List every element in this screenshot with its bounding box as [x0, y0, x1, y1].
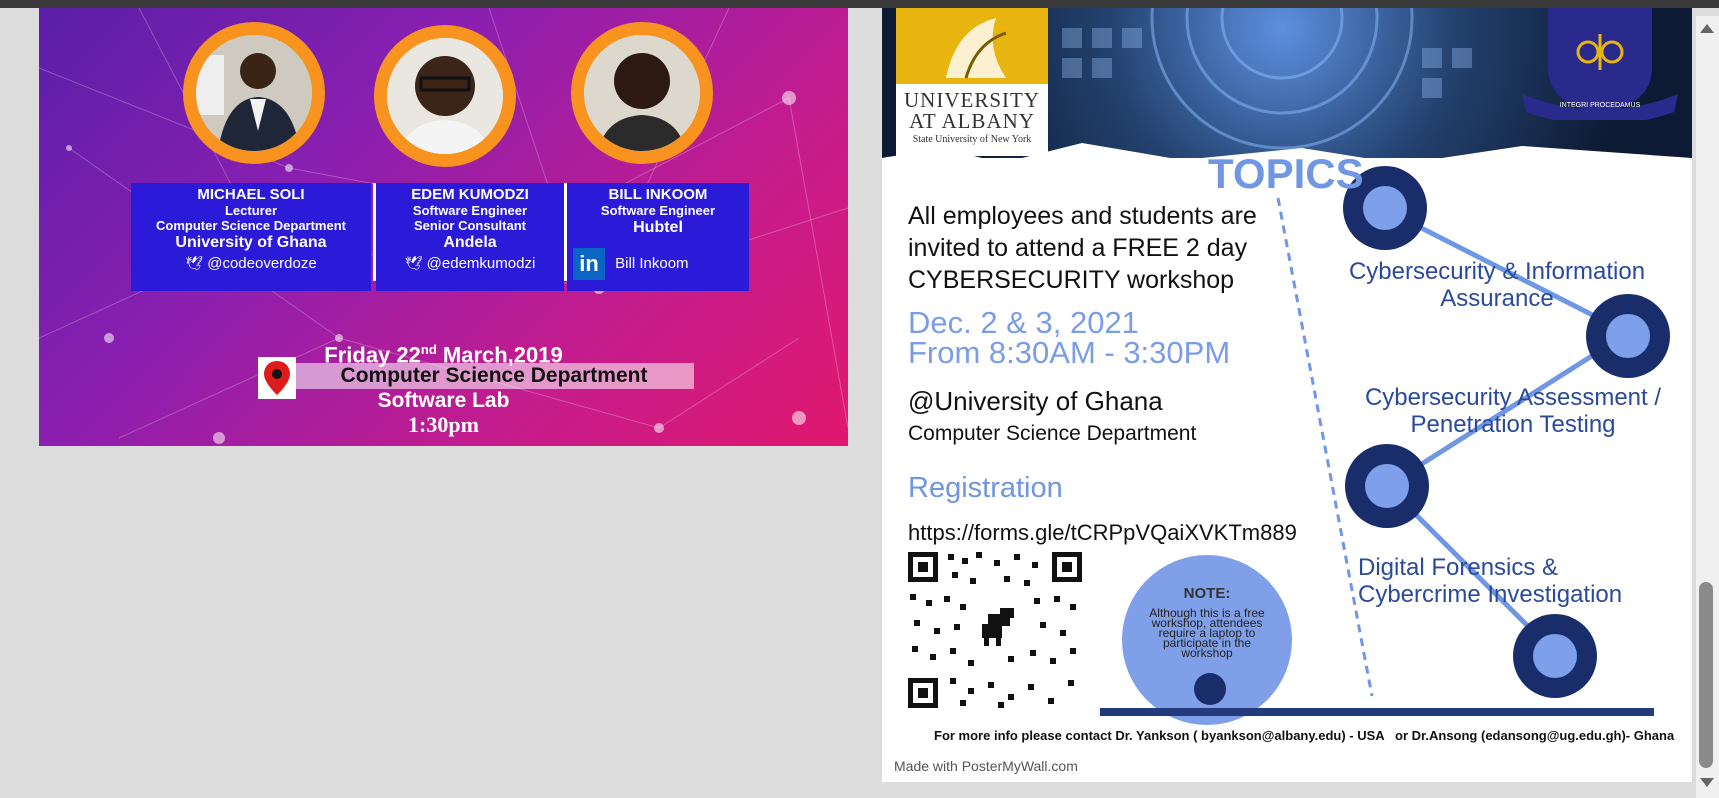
dinosaur-icon: [982, 608, 1014, 646]
registration-heading: Registration: [908, 472, 1063, 504]
contact-info: For more info please contact Dr. Yankson…: [934, 728, 1675, 743]
event-poster-left: MICHAEL SOLI Lecturer Computer Science D…: [39, 8, 848, 446]
registration-link[interactable]: https://forms.gle/tCRPpVQaiXVKTm889: [908, 520, 1297, 546]
qr-code[interactable]: [904, 548, 1086, 712]
topic-item-3: Digital Forensics & Cybercrime Investiga…: [1358, 554, 1623, 608]
venue-department: Computer Science Department: [908, 422, 1197, 445]
footer-bar: [1100, 708, 1654, 716]
speaker-title: Software Engineer: [412, 203, 528, 218]
event-department: Computer Science Department: [294, 363, 694, 389]
scrollbar-thumb[interactable]: [1699, 582, 1713, 768]
person-avatar-icon: [196, 35, 312, 151]
note-body: Although this is a free workshop, attend…: [1149, 606, 1265, 660]
workshop-dates: Dec. 2 & 3, 2021 From 8:30AM - 3:30PM: [908, 305, 1231, 370]
speaker-info-michael: MICHAEL SOLI Lecturer Computer Science D…: [131, 183, 371, 291]
speaker-photo-bill: [571, 22, 713, 164]
person-avatar-icon: [387, 38, 503, 154]
speaker-handle: 🕊 @codeoverdoze: [185, 255, 317, 272]
speaker-name: MICHAEL SOLI: [197, 186, 305, 203]
speaker-info-edem: EDEM KUMODZI Software Engineer Senior Co…: [376, 183, 564, 291]
workshop-poster-right: UNIVERSITY AT ALBANY State University of…: [882, 8, 1692, 782]
speaker-name: BILL INKOOM: [608, 186, 708, 203]
scroll-up-arrow-icon[interactable]: [1700, 24, 1714, 33]
speaker-handle: in Bill Inkoom: [567, 248, 749, 280]
speaker-org: Andela: [443, 234, 497, 251]
speaker-name: EDEM KUMODZI: [411, 186, 529, 203]
page-content: MICHAEL SOLI Lecturer Computer Science D…: [0, 8, 1719, 798]
speaker-photo-edem: [374, 25, 516, 167]
speaker-subtitle: Computer Science Department: [156, 218, 346, 233]
topic-item-2: Cybersecurity Assessment / Penetration T…: [1364, 384, 1662, 438]
note-badge: NOTE: Although this is a free workshop, …: [1122, 555, 1292, 725]
linkedin-icon: in: [573, 248, 605, 280]
twitter-bird-icon: 🕊: [404, 255, 423, 271]
speaker-org: University of Ghana: [175, 234, 327, 251]
note-dot: [1194, 673, 1226, 705]
person-avatar-icon: [584, 35, 700, 151]
speaker-photo-michael: [183, 22, 325, 164]
speaker-org: Hubtel: [633, 219, 683, 236]
window-top-bar: [0, 0, 1719, 8]
note-title: NOTE:: [1183, 585, 1231, 602]
speaker-handle: 🕊 @edemkumodzi: [404, 255, 536, 272]
event-lab: Software Lab: [377, 389, 510, 412]
speaker-title: Software Engineer: [600, 203, 716, 218]
twitter-bird-icon: 🕊: [185, 255, 204, 271]
scroll-down-arrow-icon[interactable]: [1700, 778, 1714, 787]
speaker-title: Lecturer: [224, 203, 278, 218]
event-time: 1:30pm: [408, 412, 479, 437]
speaker-subtitle: Senior Consultant: [414, 218, 526, 233]
speaker-info-bill: BILL INKOOM Software Engineer Hubtel in …: [567, 183, 749, 291]
invite-text: All employees and students are invited t…: [908, 202, 1257, 294]
made-with-credit: Made with PosterMyWall.com: [894, 758, 1078, 774]
topics-heading: TOPICS: [1208, 150, 1364, 197]
venue: @University of Ghana: [908, 386, 1163, 416]
topic-item-1: Cybersecurity & Information Assurance: [1348, 258, 1646, 312]
